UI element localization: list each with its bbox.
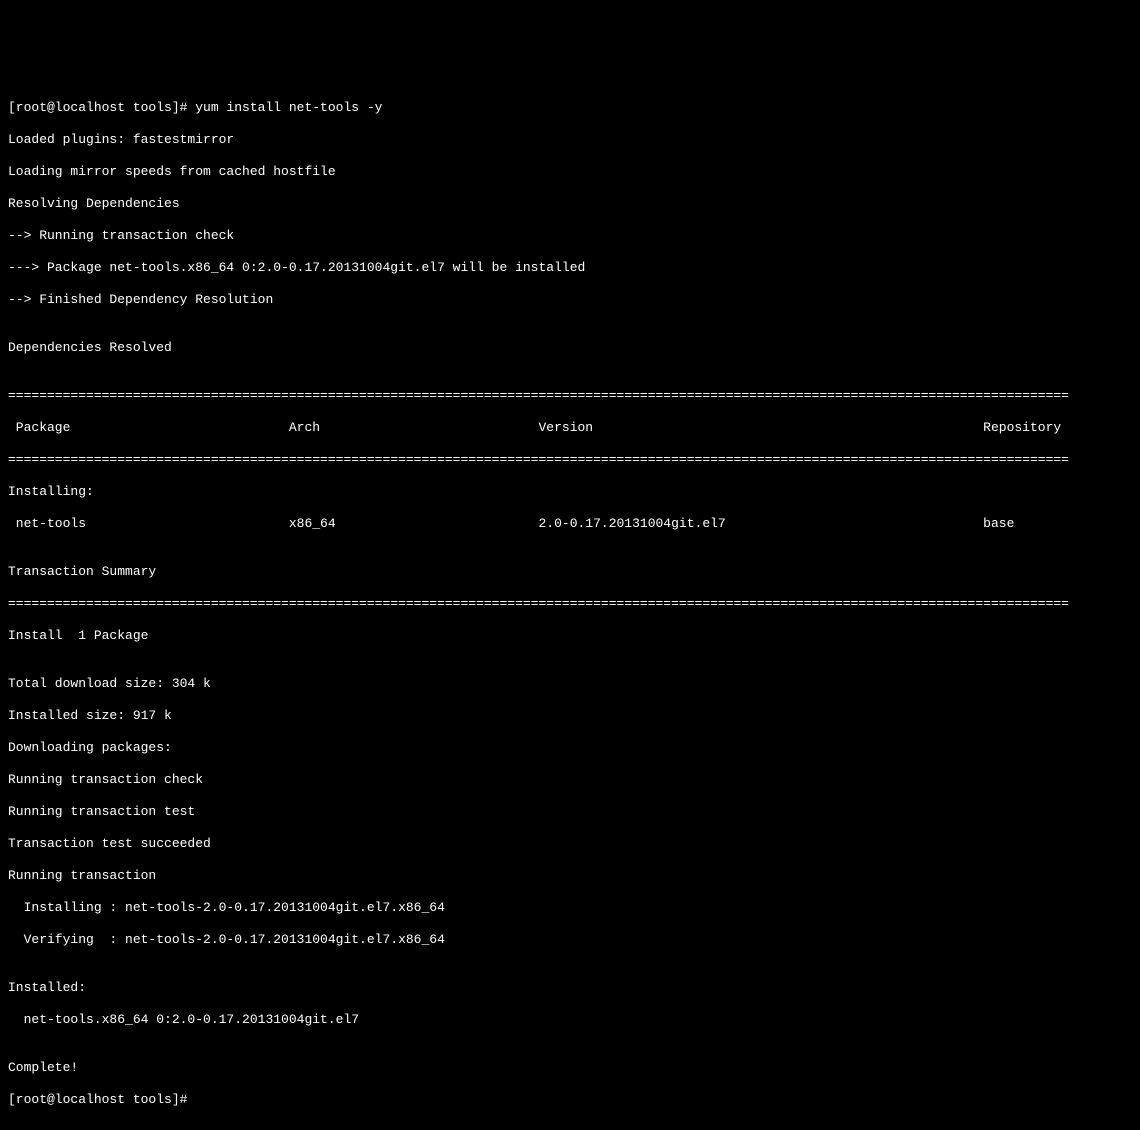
running-tx: Running transaction: [8, 868, 1132, 884]
tx-summary-header: Transaction Summary: [8, 564, 1132, 580]
verifying-progress: Verifying : net-tools-2.0-0.17.20131004g…: [8, 932, 1132, 948]
total-download-size: Total download size: 304 k: [8, 676, 1132, 692]
complete-line: Complete!: [8, 1060, 1132, 1076]
output-deps-resolved: Dependencies Resolved: [8, 340, 1132, 356]
separator-3: ========================================…: [8, 596, 1132, 612]
installing-header: Installing:: [8, 484, 1132, 500]
output-package-install: ---> Package net-tools.x86_64 0:2.0-0.17…: [8, 260, 1132, 276]
separator-2: ========================================…: [8, 452, 1132, 468]
tx-test-succeeded: Transaction test succeeded: [8, 836, 1132, 852]
running-tx-check: Running transaction check: [8, 772, 1132, 788]
output-loaded-plugins: Loaded plugins: fastestmirror: [8, 132, 1132, 148]
separator-1: ========================================…: [8, 388, 1132, 404]
install-count: Install 1 Package: [8, 628, 1132, 644]
running-tx-test: Running transaction test: [8, 804, 1132, 820]
output-finished-dep: --> Finished Dependency Resolution: [8, 292, 1132, 308]
installed-package: net-tools.x86_64 0:2.0-0.17.20131004git.…: [8, 1012, 1132, 1028]
prompt-user: [root@localhost tools]#: [8, 100, 195, 115]
installing-progress: Installing : net-tools-2.0-0.17.20131004…: [8, 900, 1132, 916]
output-resolving: Resolving Dependencies: [8, 196, 1132, 212]
installed-header: Installed:: [8, 980, 1132, 996]
table-header: Package Arch Version Repository: [8, 420, 1132, 436]
installed-size: Installed size: 917 k: [8, 708, 1132, 724]
package-row: net-tools x86_64 2.0-0.17.20131004git.el…: [8, 516, 1132, 532]
prompt-line-1[interactable]: [root@localhost tools]# yum install net-…: [8, 100, 1132, 116]
prompt-line-2[interactable]: [root@localhost tools]#: [8, 1092, 1132, 1108]
partial-top-line: [8, 68, 1132, 84]
output-loading-mirror: Loading mirror speeds from cached hostfi…: [8, 164, 1132, 180]
prompt-command: yum install net-tools -y: [195, 100, 382, 115]
downloading-packages: Downloading packages:: [8, 740, 1132, 756]
output-running-check: --> Running transaction check: [8, 228, 1132, 244]
